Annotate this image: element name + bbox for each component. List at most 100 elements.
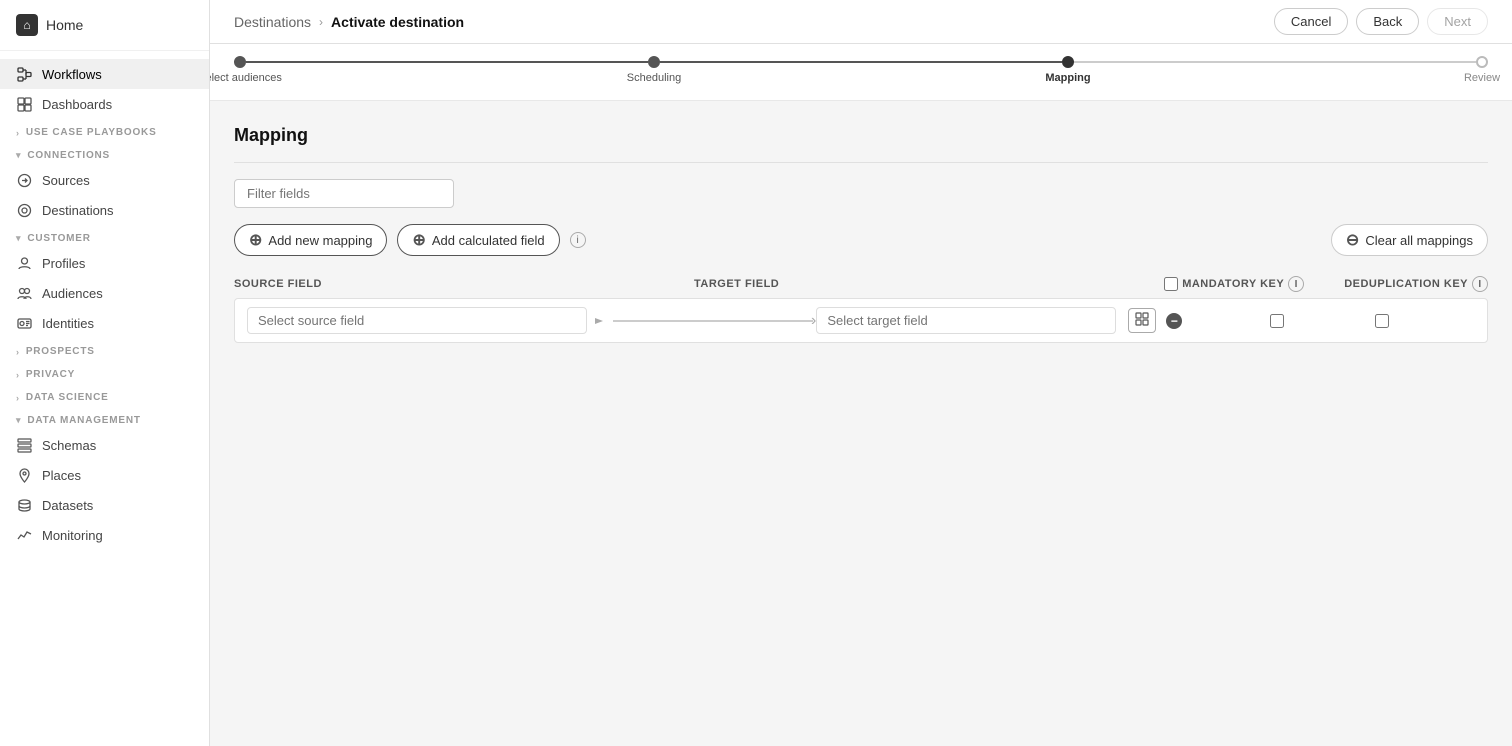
deduplication-key-header: DEDUPLICATION KEY i: [1344, 276, 1488, 292]
add-mapping-label: Add new mapping: [268, 233, 372, 248]
target-field-input[interactable]: [816, 307, 1116, 334]
dedup-checkbox-cell: [1342, 314, 1422, 328]
mandatory-key-header: MANDATORY KEY i: [1164, 276, 1344, 292]
section-label: CONNECTIONS: [27, 150, 110, 161]
section-data-management: ▾ DATA MANAGEMENT: [0, 407, 209, 430]
remove-row-button[interactable]: −: [1166, 313, 1182, 329]
chevron-icon: ▾: [16, 415, 21, 426]
sidebar-item-label: Workflows: [42, 67, 102, 82]
step-select-audiences: Select audiences: [234, 56, 246, 72]
schema-expand-button[interactable]: [1128, 308, 1156, 333]
back-button[interactable]: Back: [1356, 8, 1419, 35]
mapping-title: Mapping: [234, 125, 1488, 146]
sidebar-item-audiences[interactable]: Audiences: [0, 278, 209, 308]
sidebar-item-label: Identities: [42, 316, 94, 331]
field-arrow-container: [593, 314, 607, 328]
actions-row: ⊕ Add new mapping ⊕ Add calculated field…: [234, 224, 1488, 256]
section-privacy[interactable]: › PRIVACY: [0, 361, 209, 384]
clear-all-label: Clear all mappings: [1365, 233, 1473, 248]
section-label: DATA SCIENCE: [26, 392, 109, 403]
source-field-input[interactable]: [247, 307, 587, 334]
audiences-icon: [16, 285, 32, 301]
sidebar-item-label: Dashboards: [42, 97, 112, 112]
breadcrumb: Destinations › Activate destination: [234, 14, 464, 30]
profile-icon: [16, 255, 32, 271]
step-review: Review: [1476, 56, 1488, 72]
minus-icon: ⊖: [1346, 230, 1359, 250]
step-dot-mapping: [1062, 56, 1074, 68]
sidebar-item-workflows[interactable]: Workflows: [0, 59, 209, 89]
dedup-info-icon[interactable]: i: [1472, 276, 1488, 292]
sidebar-item-schemas[interactable]: Schemas: [0, 430, 209, 460]
next-button[interactable]: Next: [1427, 8, 1488, 35]
sidebar: ⌂ Home Workflows Dashboards › USE CASE P…: [0, 0, 210, 746]
cancel-button[interactable]: Cancel: [1274, 8, 1348, 35]
sidebar-item-profiles[interactable]: Profiles: [0, 248, 209, 278]
sidebar-item-label: Audiences: [42, 286, 103, 301]
connector-3: [1074, 61, 1476, 63]
topbar-actions: Cancel Back Next: [1274, 8, 1488, 35]
chevron-icon: ▾: [16, 150, 21, 161]
identities-icon: [16, 315, 32, 331]
sidebar-item-label: Datasets: [42, 498, 93, 513]
section-label: PROSPECTS: [26, 346, 95, 357]
mapping-table-header: SOURCE FIELD TARGET FIELD MANDATORY KEY …: [234, 276, 1488, 298]
stepper-bar: Select audiences Scheduling Mapping Revi…: [210, 44, 1512, 101]
source-icon: [16, 172, 32, 188]
filter-fields-input[interactable]: [234, 179, 454, 208]
places-icon: [16, 467, 32, 483]
sidebar-item-places[interactable]: Places: [0, 460, 209, 490]
chevron-icon: ▾: [16, 233, 21, 244]
step-dot-review: [1476, 56, 1488, 68]
step-label-select-audiences: Select audiences: [210, 72, 282, 84]
sidebar-item-identities[interactable]: Identities: [0, 308, 209, 338]
sidebar-item-label: Destinations: [42, 203, 114, 218]
dedup-checkbox[interactable]: [1375, 314, 1389, 328]
dashboard-icon: [16, 96, 32, 112]
target-field-header: TARGET FIELD: [694, 278, 779, 290]
sidebar-item-datasets[interactable]: Datasets: [0, 490, 209, 520]
add-calculated-label: Add calculated field: [432, 233, 545, 248]
clear-all-mappings-button[interactable]: ⊖ Clear all mappings: [1331, 224, 1488, 256]
mandatory-header-checkbox[interactable]: [1164, 277, 1178, 291]
section-data-science[interactable]: › DATA SCIENCE: [0, 384, 209, 407]
mapping-row: › −: [234, 298, 1488, 343]
sidebar-item-label: Schemas: [42, 438, 96, 453]
connector-2: [660, 61, 1062, 63]
sidebar-item-sources[interactable]: Sources: [0, 165, 209, 195]
section-label: DATA MANAGEMENT: [27, 415, 140, 426]
home-icon: ⌂: [16, 14, 38, 36]
mandatory-checkbox[interactable]: [1270, 314, 1284, 328]
sidebar-item-label: Places: [42, 468, 81, 483]
sidebar-item-monitoring[interactable]: Monitoring: [0, 520, 209, 550]
plus-icon: ⊕: [249, 230, 262, 250]
chevron-icon: ›: [16, 370, 20, 380]
add-new-mapping-button[interactable]: ⊕ Add new mapping: [234, 224, 387, 256]
section-customer: ▾ CUSTOMER: [0, 225, 209, 248]
calculated-info-icon[interactable]: i: [570, 232, 586, 248]
step-scheduling: Scheduling: [648, 56, 660, 72]
mandatory-info-icon[interactable]: i: [1288, 276, 1304, 292]
section-use-case-playbooks[interactable]: › USE CASE PLAYBOOKS: [0, 119, 209, 142]
breadcrumb-current: Activate destination: [331, 14, 464, 30]
section-divider: [234, 162, 1488, 163]
stepper: Select audiences Scheduling Mapping Revi…: [234, 56, 1488, 100]
add-calculated-field-button[interactable]: ⊕ Add calculated field: [397, 224, 559, 256]
step-dot-select-audiences: [234, 56, 246, 68]
connector-line: [613, 320, 813, 322]
section-prospects[interactable]: › PROSPECTS: [0, 338, 209, 361]
step-dot-scheduling: [648, 56, 660, 68]
section-label: CUSTOMER: [27, 233, 90, 244]
sidebar-item-dashboards[interactable]: Dashboards: [0, 89, 209, 119]
connector-1: [246, 61, 648, 63]
breadcrumb-parent[interactable]: Destinations: [234, 14, 311, 30]
mandatory-checkbox-cell: [1212, 314, 1342, 328]
home-label[interactable]: Home: [46, 17, 83, 33]
source-field-header: SOURCE FIELD: [234, 278, 694, 290]
sidebar-item-destinations[interactable]: Destinations: [0, 195, 209, 225]
sidebar-item-label: Profiles: [42, 256, 85, 271]
step-mapping: Mapping: [1062, 56, 1074, 72]
sidebar-item-label: Sources: [42, 173, 90, 188]
chevron-icon: ›: [16, 347, 20, 357]
chevron-icon: ›: [16, 128, 20, 138]
